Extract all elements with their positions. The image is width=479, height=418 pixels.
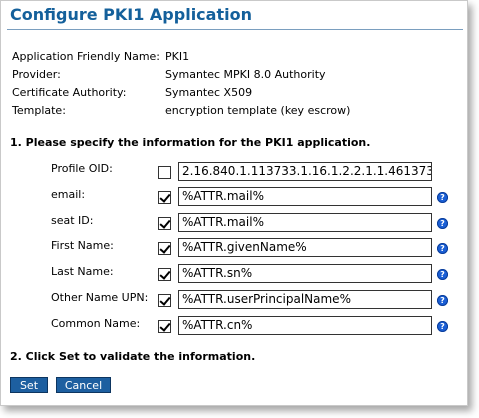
field-label-profile-oid: Profile OID: — [51, 162, 113, 175]
configure-panel: Configure PKI1 Application Application F… — [0, 0, 468, 406]
info-value-provider: Symantec MPKI 8.0 Authority — [165, 68, 326, 81]
info-value-friendly-name: PKI1 — [165, 50, 190, 63]
section-2-heading: 2. Click Set to validate the information… — [10, 350, 256, 363]
email-input[interactable]: %ATTR.mail% — [178, 187, 432, 206]
email-help-icon[interactable]: ? — [437, 192, 448, 203]
info-label-certificate-authority: Certificate Authority: — [12, 86, 127, 99]
profile-oid-checkbox[interactable] — [158, 166, 171, 179]
page-title: Configure PKI1 Application — [10, 5, 252, 24]
info-label-template: Template: — [12, 104, 66, 117]
info-label-friendly-name: Application Friendly Name: — [12, 50, 161, 63]
info-label-provider: Provider: — [12, 68, 61, 81]
field-label-seat-id: seat ID: — [51, 214, 94, 227]
title-divider — [7, 29, 463, 30]
section-1-heading: 1. Please specify the information for th… — [10, 136, 371, 149]
profile-oid-input[interactable]: 2.16.840.1.113733.1.16.1.2.2.1.1.4613734 — [178, 162, 432, 181]
field-label-email: email: — [51, 188, 86, 201]
first-name-checkbox[interactable] — [158, 242, 171, 255]
first-name-input[interactable]: %ATTR.givenName% — [178, 238, 432, 257]
seat-id-checkbox[interactable] — [158, 217, 171, 230]
last-name-help-icon[interactable]: ? — [437, 269, 448, 280]
last-name-input[interactable]: %ATTR.sn% — [178, 264, 432, 283]
seat-id-input[interactable]: %ATTR.mail% — [178, 213, 432, 232]
email-checkbox[interactable] — [158, 191, 171, 204]
other-name-upn-input[interactable]: %ATTR.userPrincipalName% — [178, 290, 432, 309]
field-label-last-name: Last Name: — [51, 265, 114, 278]
field-label-first-name: First Name: — [51, 239, 114, 252]
info-value-certificate-authority: Symantec X509 — [165, 86, 253, 99]
field-label-other-name-upn: Other Name UPN: — [51, 291, 149, 304]
cancel-button[interactable]: Cancel — [56, 377, 111, 393]
common-name-checkbox[interactable] — [158, 320, 171, 333]
common-name-input[interactable]: %ATTR.cn% — [178, 316, 432, 335]
info-value-template: encryption template (key escrow) — [165, 104, 351, 117]
common-name-help-icon[interactable]: ? — [437, 321, 448, 332]
seat-id-help-icon[interactable]: ? — [437, 218, 448, 229]
set-button[interactable]: Set — [10, 377, 48, 393]
field-label-common-name: Common Name: — [51, 317, 141, 330]
last-name-checkbox[interactable] — [158, 268, 171, 281]
other-name-upn-checkbox[interactable] — [158, 294, 171, 307]
first-name-help-icon[interactable]: ? — [437, 243, 448, 254]
other-name-upn-help-icon[interactable]: ? — [437, 295, 448, 306]
